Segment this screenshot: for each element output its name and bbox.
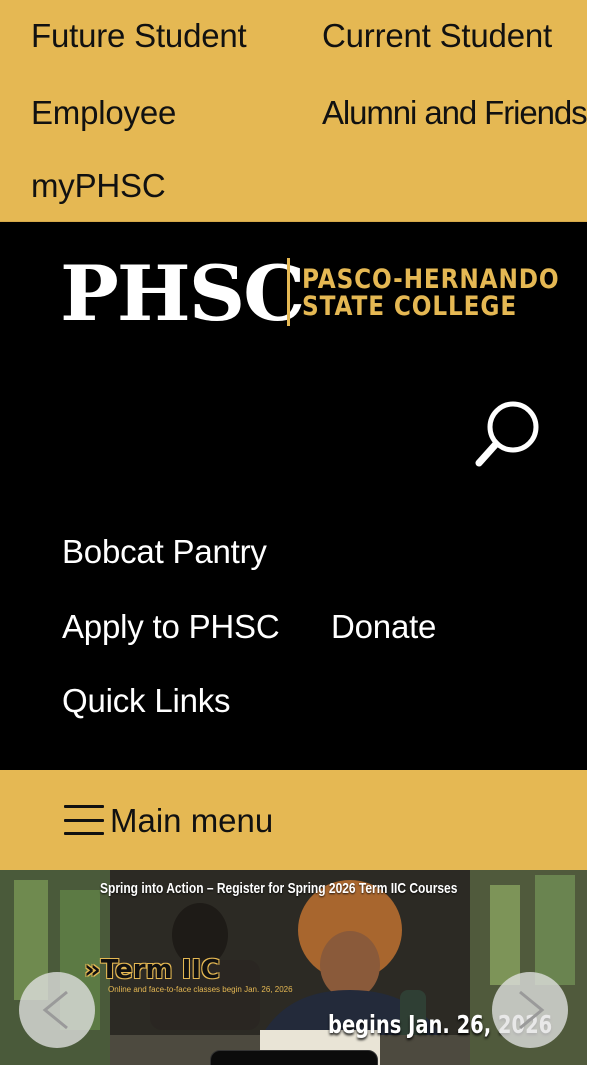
hamburger-icon [64,805,104,835]
hero-caption-top: Spring into Action – Register for Spring… [100,880,458,897]
apply-link[interactable]: Apply to PHSC [62,610,280,643]
alumni-and-friends-link[interactable]: Alumni and Friends [322,96,588,129]
page: Future Student Current Student Employee … [0,0,600,1065]
bobcat-pantry-link[interactable]: Bobcat Pantry [62,535,267,568]
myphsc-link[interactable]: myPHSC [31,169,166,202]
donate-link[interactable]: Donate [331,610,436,643]
carousel-next-button[interactable] [492,972,568,1048]
search-icon [475,401,539,467]
quick-links-link[interactable]: Quick Links [62,684,231,717]
audience-nav: Future Student Current Student Employee … [0,0,588,222]
logo-abbreviation[interactable]: PHSC [60,256,305,332]
carousel-prev-button[interactable] [19,972,95,1048]
logo-name-line-2: STATE COLLEGE [302,291,518,322]
hero-term-subtext: Online and face-to-face classes begin Ja… [108,985,293,994]
employee-link[interactable]: Employee [31,96,176,129]
main-menu-label: Main menu [110,801,274,839]
hero-cta-button[interactable] [210,1050,378,1065]
search-button[interactable] [470,398,550,473]
logo-divider [287,258,290,326]
main-menu-button[interactable]: Main menu [64,800,273,840]
chevron-left-icon [42,990,68,1030]
chevron-right-icon [519,990,545,1030]
current-student-link[interactable]: Current Student [322,19,552,52]
page-gutter [587,0,600,1065]
logo-name-line-1: PASCO-HERNANDO [302,264,560,295]
hero-term-badge: »Term IIC [84,955,221,985]
future-student-link[interactable]: Future Student [31,19,247,52]
